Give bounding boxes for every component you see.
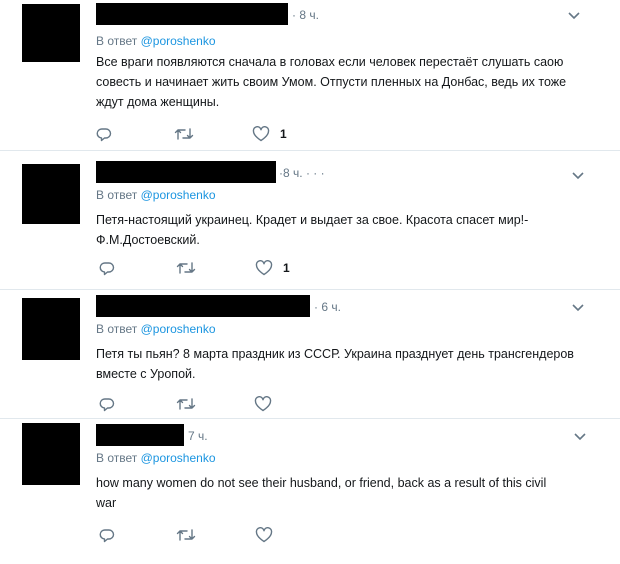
like-count: 1: [280, 127, 287, 141]
retweet-button[interactable]: [174, 124, 194, 144]
like-button[interactable]: 1: [255, 258, 290, 278]
avatar-redacted[interactable]: [22, 164, 80, 224]
avatar-redacted[interactable]: [22, 423, 80, 485]
more-dots[interactable]: · · ·: [306, 166, 325, 180]
reply-icon: [99, 398, 115, 412]
like-button[interactable]: 1: [252, 124, 287, 144]
reply-icon: [96, 128, 112, 142]
mention-link[interactable]: @poroshenko: [141, 34, 216, 48]
username-redacted[interactable]: [96, 424, 184, 446]
reply-context: В ответ @poroshenko: [96, 34, 216, 48]
reply-icon: [99, 262, 115, 276]
timestamp[interactable]: 7 ч.: [188, 429, 208, 443]
avatar-redacted[interactable]: [22, 298, 80, 360]
like-count: 1: [283, 261, 290, 275]
chevron-down-icon[interactable]: [572, 172, 584, 180]
reply-context: В ответ @poroshenko: [96, 451, 216, 465]
username-redacted[interactable]: [96, 3, 288, 25]
like-button[interactable]: [255, 525, 273, 545]
like-button[interactable]: [254, 394, 272, 414]
heart-icon: [255, 527, 273, 543]
reply-context: В ответ @poroshenko: [96, 188, 216, 202]
heart-icon: [255, 260, 273, 276]
heart-icon: [252, 126, 270, 142]
reply-button[interactable]: [99, 394, 115, 414]
retweet-icon: [176, 529, 196, 541]
reply-button[interactable]: [99, 525, 115, 545]
timestamp[interactable]: · 6 ч.: [314, 300, 341, 314]
heart-icon: [254, 396, 272, 412]
tweet-text: Все враги появляются сначала в головах е…: [96, 55, 567, 109]
username-redacted[interactable]: [96, 161, 276, 183]
retweet-button[interactable]: [176, 394, 196, 414]
tweet-text: Петя-настоящий украинец. Крадет и выдает…: [96, 213, 529, 247]
retweet-icon: [176, 262, 196, 274]
retweet-icon: [174, 128, 194, 140]
username-redacted[interactable]: [96, 295, 310, 317]
retweet-button[interactable]: [176, 258, 196, 278]
tweet[interactable]: · 8 ч. В ответ @poroshenko Все враги поя…: [0, 0, 620, 150]
timestamp[interactable]: ·8 ч. · · ·: [279, 166, 325, 180]
tweet[interactable]: 7 ч. В ответ @poroshenko how many women …: [0, 419, 620, 564]
reply-button[interactable]: [96, 124, 112, 144]
avatar-redacted[interactable]: [22, 4, 80, 62]
retweet-icon: [176, 398, 196, 410]
mention-link[interactable]: @poroshenko: [141, 451, 216, 465]
tweet[interactable]: ·8 ч. · · · В ответ @poroshenko Петя-нас…: [0, 151, 620, 289]
mention-link[interactable]: @poroshenko: [141, 188, 216, 202]
timestamp[interactable]: · 8 ч.: [292, 8, 319, 22]
tweet-text: how many women do not see their husband,…: [96, 476, 547, 510]
mention-link[interactable]: @poroshenko: [141, 322, 216, 336]
reply-icon: [99, 529, 115, 543]
retweet-button[interactable]: [176, 525, 196, 545]
tweet[interactable]: · 6 ч. В ответ @poroshenko Петя ты пьян?…: [0, 290, 620, 418]
chevron-down-icon[interactable]: [568, 12, 580, 20]
chevron-down-icon[interactable]: [574, 433, 586, 441]
reply-button[interactable]: [99, 258, 115, 278]
chevron-down-icon[interactable]: [572, 304, 584, 312]
reply-context: В ответ @poroshenko: [96, 322, 216, 336]
tweet-text: Петя ты пьян? 8 марта праздник из СССР. …: [96, 347, 574, 381]
